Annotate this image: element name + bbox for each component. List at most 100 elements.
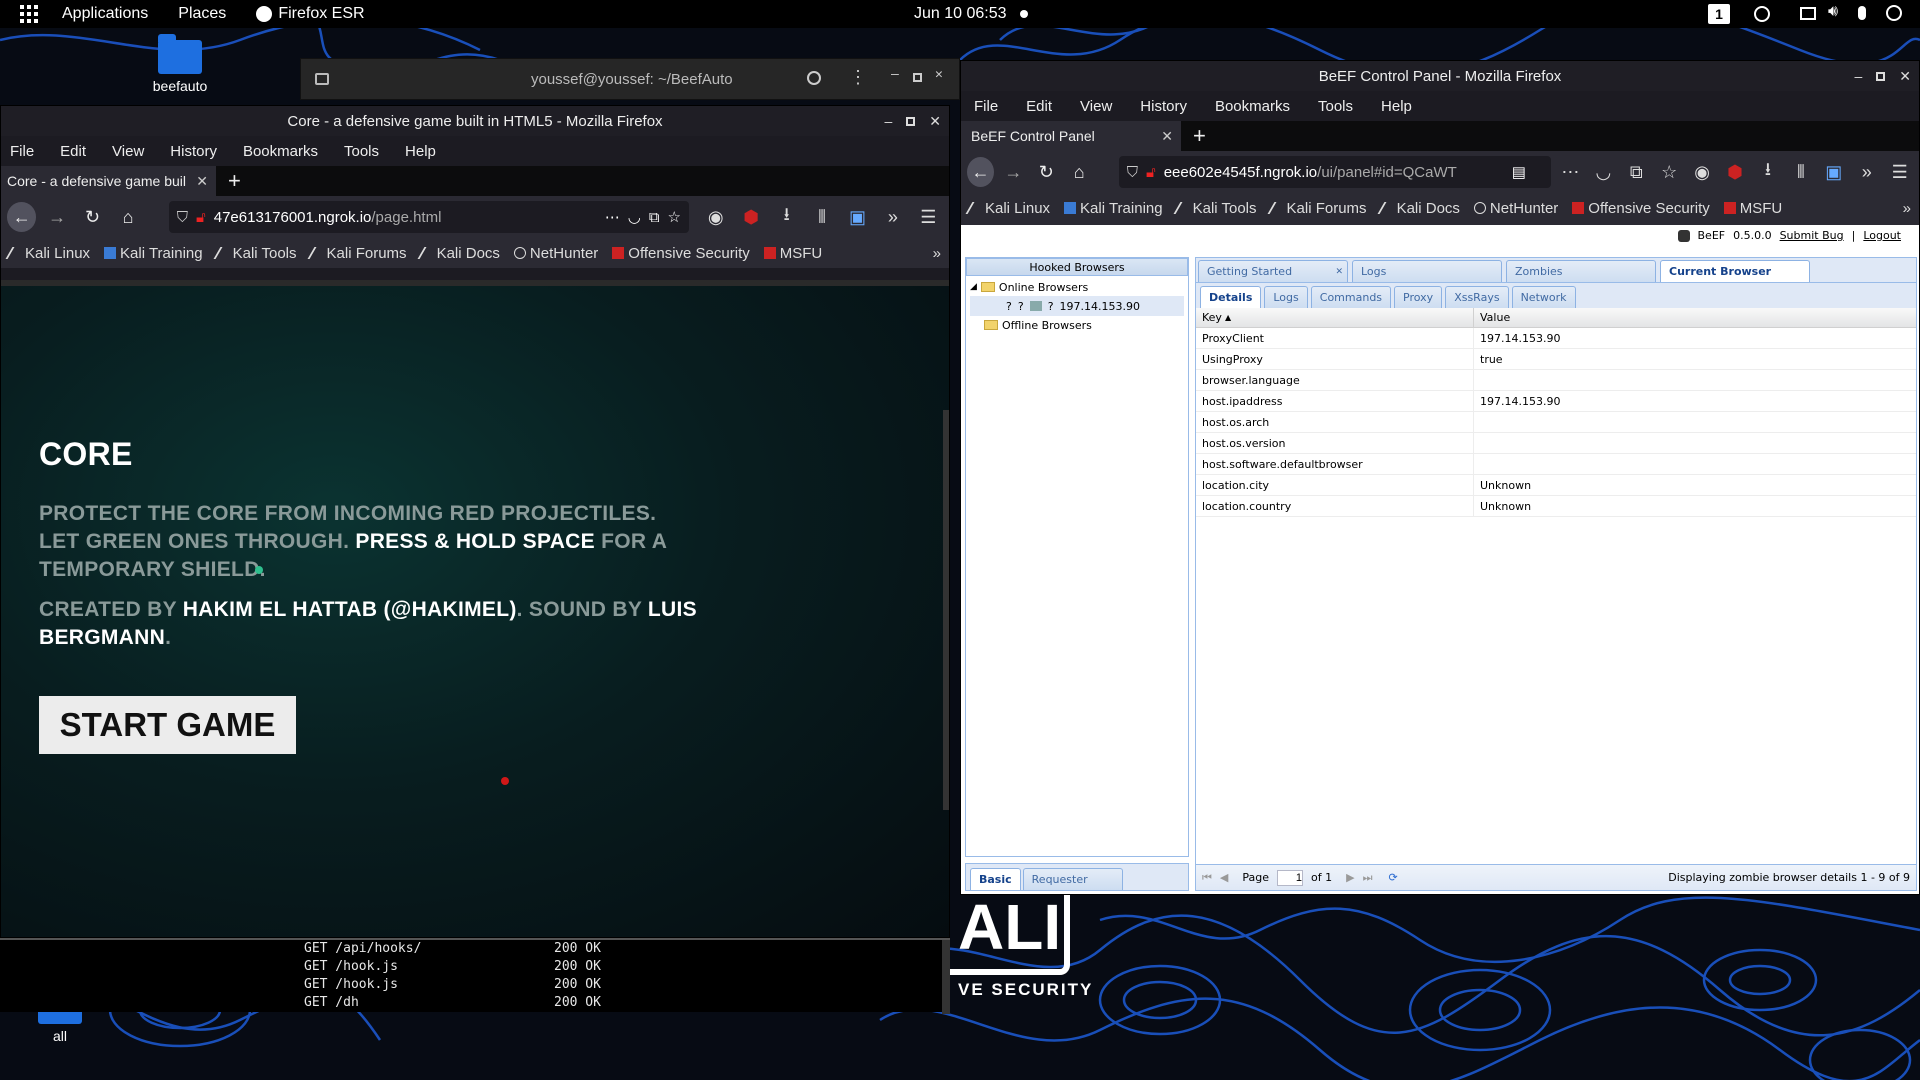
table-row[interactable]: host.software.defaultbrowser xyxy=(1196,454,1916,475)
tree-node-hooked-browser[interactable]: ? ? ? 197.14.153.90 xyxy=(970,296,1184,316)
bookmark-msfu[interactable]: MSFU xyxy=(763,245,822,262)
table-row[interactable]: browser.language xyxy=(1196,370,1916,391)
bookmark-nethunter[interactable]: NetHunter xyxy=(1473,200,1558,217)
power-icon[interactable] xyxy=(1886,5,1902,21)
tab-commands[interactable]: Commands xyxy=(1310,286,1392,308)
bookmarks-overflow-icon[interactable]: » xyxy=(1903,200,1911,217)
refresh-icon[interactable]: ⟳ xyxy=(1389,871,1398,884)
insecure-lock-icon[interactable]: 🔓︎ xyxy=(196,209,206,226)
tab-sub-logs[interactable]: Logs xyxy=(1264,286,1308,308)
bookmark-kali-training[interactable]: Kali Training xyxy=(1064,200,1163,217)
new-tab-icon[interactable]: + xyxy=(228,168,241,194)
workspace-indicator[interactable]: 1 xyxy=(1708,4,1730,24)
bookmark-offensive-security[interactable]: Offensive Security xyxy=(612,245,750,262)
volume-icon[interactable]: 🔊︎ xyxy=(1828,3,1838,21)
table-row[interactable]: host.ipaddress 197.14.153.90 xyxy=(1196,391,1916,412)
tab-requester[interactable]: Requester xyxy=(1022,868,1123,890)
menu-tools[interactable]: Tools xyxy=(1309,98,1362,115)
column-header-key[interactable]: Key ▲ xyxy=(1196,308,1474,327)
tab-zombies[interactable]: Zombies xyxy=(1506,260,1656,282)
tab-beef-panel[interactable]: BeEF Control Panel ✕ xyxy=(961,121,1181,151)
pocket-icon[interactable]: ◡ xyxy=(1590,157,1617,187)
home-icon[interactable]: ⌂ xyxy=(113,202,142,232)
page-scrollbar[interactable] xyxy=(943,410,949,810)
forward-icon[interactable]: → xyxy=(42,202,71,232)
table-row[interactable]: location.country Unknown xyxy=(1196,496,1916,517)
download-icon[interactable]: ⭳ xyxy=(1755,157,1782,187)
page-number-input[interactable] xyxy=(1277,869,1304,886)
applications-menu[interactable]: Applications xyxy=(62,5,148,23)
library-icon[interactable]: ⫴ xyxy=(807,202,836,232)
table-row[interactable]: location.city Unknown xyxy=(1196,475,1916,496)
reader-view-icon[interactable]: ▤ xyxy=(1512,163,1526,181)
eye-icon[interactable] xyxy=(1754,6,1770,22)
overflow-icon[interactable]: » xyxy=(878,202,907,232)
clock[interactable]: Jun 10 06:53 xyxy=(914,5,1007,23)
insecure-lock-icon[interactable]: 🔓︎ xyxy=(1146,164,1156,181)
start-game-button[interactable]: START GAME xyxy=(39,696,296,754)
extension-icon[interactable]: ▣ xyxy=(843,202,872,232)
table-row[interactable]: UsingProxy true xyxy=(1196,349,1916,370)
translate-icon[interactable]: ⧉ xyxy=(1623,157,1650,187)
terminal-new-tab-icon[interactable] xyxy=(315,73,329,85)
menu-tools[interactable]: Tools xyxy=(335,143,388,160)
firefox-app-menu[interactable]: Firefox ESR xyxy=(278,5,364,23)
places-menu[interactable]: Places xyxy=(178,5,226,23)
bookmark-star-icon[interactable]: ☆ xyxy=(668,208,681,226)
bookmark-kali-training[interactable]: Kali Training xyxy=(104,245,203,262)
tab-xssrays[interactable]: XssRays xyxy=(1445,286,1509,308)
table-row[interactable]: ProxyClient 197.14.153.90 xyxy=(1196,328,1916,349)
minimize-icon[interactable]: – xyxy=(1854,68,1862,84)
menu-file[interactable]: File xyxy=(965,98,1007,115)
bookmark-kali-tools[interactable]: Kali Tools xyxy=(1173,200,1257,217)
tree-node-online[interactable]: ◢ Online Browsers xyxy=(970,278,1184,296)
reload-icon[interactable]: ↻ xyxy=(1033,157,1060,187)
tab-getting-started[interactable]: Getting Started ✕ xyxy=(1198,260,1348,282)
table-row[interactable]: host.os.arch xyxy=(1196,412,1916,433)
tab-close-icon[interactable]: ✕ xyxy=(196,173,208,190)
url-bar[interactable]: ⛉ 🔓︎ eee602e4545f.ngrok.io/ui/panel#id=Q… xyxy=(1118,156,1551,188)
terminal-minimize-icon[interactable]: – xyxy=(891,67,899,82)
search-icon[interactable] xyxy=(807,71,821,85)
menu-history[interactable]: History xyxy=(1131,98,1196,115)
tab-close-icon[interactable]: ✕ xyxy=(1161,128,1173,145)
menu-file[interactable]: File xyxy=(1,143,43,160)
reload-icon[interactable]: ↻ xyxy=(78,202,107,232)
bookmark-msfu[interactable]: MSFU xyxy=(1723,200,1782,217)
page-actions-icon[interactable]: ⋯ xyxy=(1557,157,1584,187)
menu-bookmarks[interactable]: Bookmarks xyxy=(234,143,327,160)
maximize-icon[interactable] xyxy=(906,116,916,126)
bookmark-kali-linux[interactable]: Kali Linux xyxy=(5,245,90,262)
menu-history[interactable]: History xyxy=(161,143,226,160)
bookmark-kali-forums[interactable]: Kali Forums xyxy=(307,245,407,262)
tab-details[interactable]: Details xyxy=(1200,286,1262,308)
download-icon[interactable]: ⭳ xyxy=(772,202,801,232)
page-actions-icon[interactable]: ⋯ xyxy=(605,208,620,226)
tab-close-icon[interactable]: ✕ xyxy=(1335,267,1343,277)
terminal-maximize-icon[interactable] xyxy=(913,73,922,82)
shield-icon[interactable]: ⛉ xyxy=(1127,164,1138,181)
last-page-icon[interactable]: ⏭ xyxy=(1363,871,1373,885)
pocket-icon[interactable]: ◡ xyxy=(628,208,641,226)
shield-icon[interactable]: ⛉ xyxy=(177,209,188,226)
menu-view[interactable]: View xyxy=(103,143,153,160)
collapse-arrow-icon[interactable]: ◢ xyxy=(970,282,977,292)
hamburger-menu-icon[interactable]: ☰ xyxy=(914,202,943,232)
url-bar[interactable]: ⛉ 🔓︎ 47e613176001.ngrok.io/page.html ⋯ ◡… xyxy=(168,201,689,233)
bookmark-star-icon[interactable]: ☆ xyxy=(1656,157,1683,187)
account-icon[interactable]: ◉ xyxy=(1689,157,1716,187)
tab-network[interactable]: Network xyxy=(1511,286,1576,308)
ublock-icon[interactable]: ⬢ xyxy=(1722,157,1749,187)
back-icon[interactable]: ← xyxy=(967,157,994,187)
ublock-icon[interactable]: ⬢ xyxy=(736,202,765,232)
bookmark-kali-tools[interactable]: Kali Tools xyxy=(213,245,297,262)
prev-page-icon[interactable]: ◀ xyxy=(1220,871,1228,884)
tab-logs[interactable]: Logs xyxy=(1352,260,1502,282)
close-icon[interactable]: ✕ xyxy=(929,113,941,130)
table-row[interactable]: host.os.version xyxy=(1196,433,1916,454)
bookmark-offensive-security[interactable]: Offensive Security xyxy=(1572,200,1710,217)
extension-icon[interactable]: ▣ xyxy=(1820,157,1847,187)
bookmark-kali-docs[interactable]: Kali Docs xyxy=(417,245,500,262)
maximize-icon[interactable] xyxy=(1876,71,1886,81)
desktop-icon-beefauto[interactable]: beefauto xyxy=(130,34,230,94)
